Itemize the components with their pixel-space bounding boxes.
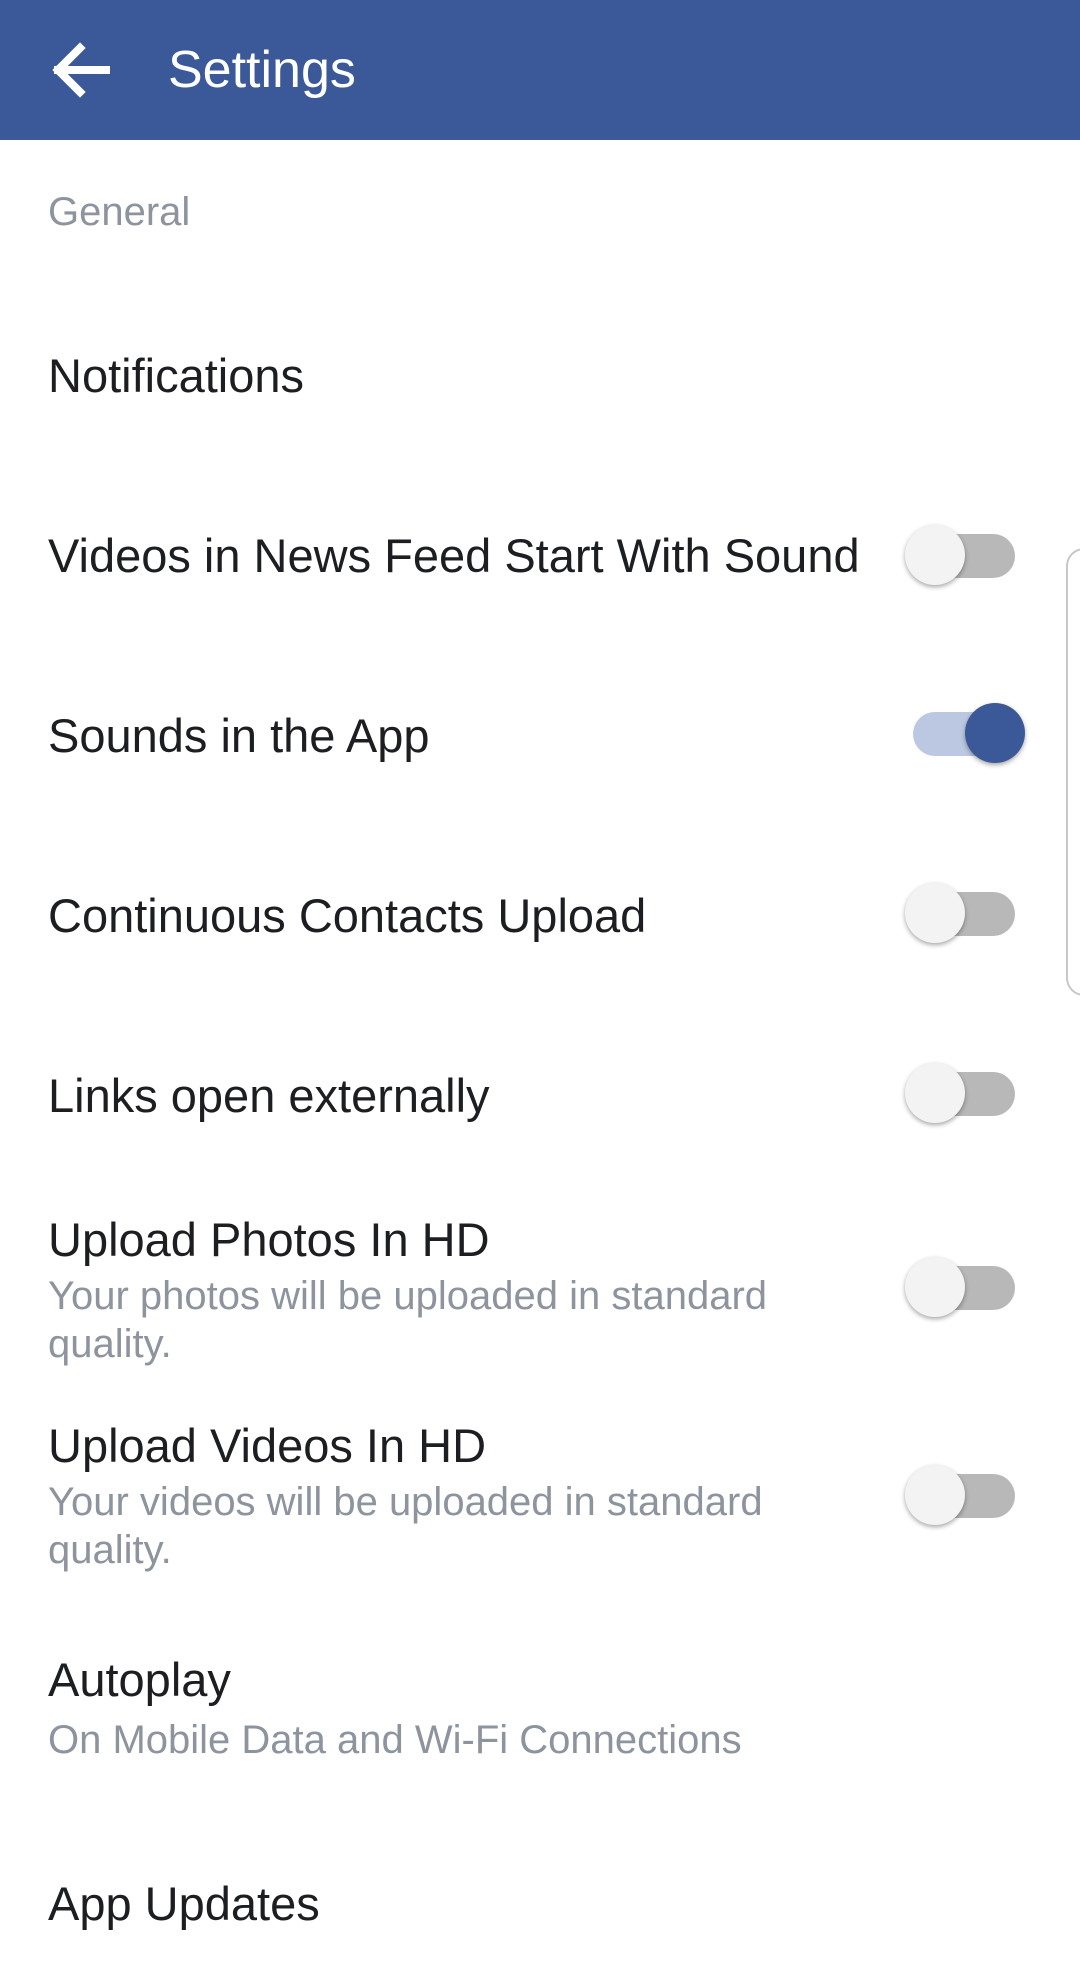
- settings-item-contacts-upload[interactable]: Continuous Contacts Upload: [0, 840, 1080, 990]
- contacts-upload-toggle[interactable]: [905, 882, 1025, 946]
- settings-item-upload-photos-hd[interactable]: Upload Photos In HD Your photos will be …: [0, 1200, 1080, 1380]
- settings-item-label: Notifications: [48, 349, 304, 402]
- settings-item-label: Autoplay: [48, 1653, 231, 1706]
- settings-item-subtitle: Your photos will be uploaded in standard…: [48, 1274, 768, 1366]
- settings-item-notifications[interactable]: Notifications: [0, 300, 1080, 450]
- settings-item-videos-sound[interactable]: Videos in News Feed Start With Sound: [0, 480, 1080, 630]
- links-external-toggle[interactable]: [905, 1062, 1025, 1126]
- toggle-knob: [905, 1465, 965, 1525]
- settings-item-label: Upload Videos In HD: [48, 1419, 487, 1472]
- app-bar: Settings: [0, 0, 1080, 140]
- page-title: Settings: [168, 41, 356, 99]
- videos-sound-toggle[interactable]: [905, 524, 1025, 588]
- settings-item-upload-videos-hd[interactable]: Upload Videos In HD Your videos will be …: [0, 1408, 1080, 1588]
- arrow-back-icon[interactable]: [46, 38, 118, 102]
- settings-item-label: Continuous Contacts Upload: [48, 889, 647, 942]
- settings-item-label: Videos in News Feed Start With Sound: [48, 529, 860, 582]
- toggle-knob: [965, 703, 1025, 763]
- edge-panel-handle[interactable]: [1066, 548, 1080, 996]
- settings-item-subtitle: Your videos will be uploaded in standard…: [48, 1480, 763, 1572]
- toggle-knob: [905, 883, 965, 943]
- settings-item-label: Sounds in the App: [48, 709, 430, 762]
- upload-photos-hd-toggle[interactable]: [905, 1256, 1025, 1320]
- toggle-knob: [905, 1063, 965, 1123]
- sounds-in-app-toggle[interactable]: [905, 702, 1025, 766]
- settings-item-sounds-in-app[interactable]: Sounds in the App: [0, 660, 1080, 810]
- settings-item-app-updates[interactable]: App Updates: [0, 1860, 1080, 1984]
- settings-item-label: App Updates: [48, 1877, 320, 1930]
- upload-videos-hd-toggle[interactable]: [905, 1464, 1025, 1528]
- toggle-knob: [905, 525, 965, 585]
- toggle-knob: [905, 1257, 965, 1317]
- settings-item-label: Links open externally: [48, 1069, 490, 1122]
- section-header-general: General: [48, 190, 191, 234]
- settings-item-label: Upload Photos In HD: [48, 1213, 490, 1266]
- settings-item-autoplay[interactable]: Autoplay On Mobile Data and Wi-Fi Connec…: [0, 1640, 1080, 1790]
- settings-item-links-external[interactable]: Links open externally: [0, 1020, 1080, 1170]
- settings-item-subtitle: On Mobile Data and Wi-Fi Connections: [48, 1718, 742, 1762]
